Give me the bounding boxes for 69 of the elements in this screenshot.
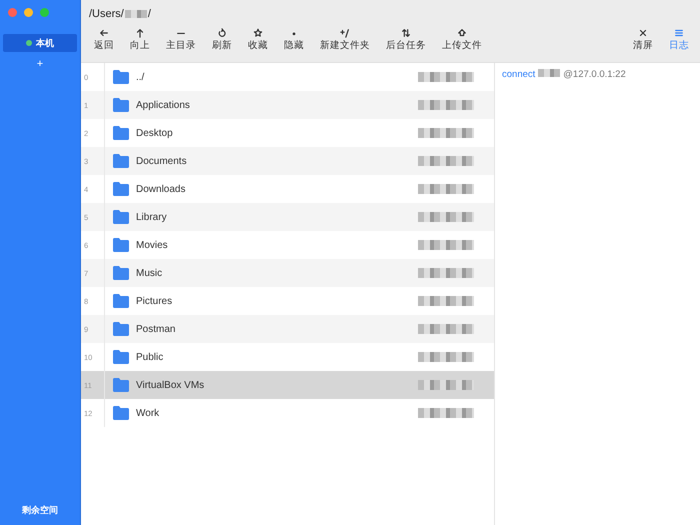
file-name: Downloads <box>136 184 186 194</box>
free-space-label: 剩余空间 <box>22 504 58 517</box>
back-icon <box>99 28 109 38</box>
folder-icon <box>113 378 129 392</box>
close-light-icon[interactable] <box>8 8 17 17</box>
redaction-block <box>418 156 474 166</box>
file-name: Movies <box>136 240 169 250</box>
toolbar-button[interactable]: 刷新 <box>205 28 239 52</box>
folder-icon <box>113 210 129 224</box>
toolbar-button[interactable]: 返回 <box>87 28 121 52</box>
path-text: / <box>148 8 151 20</box>
folder-icon <box>113 266 129 280</box>
redaction-block <box>538 69 560 77</box>
toolbar-button[interactable]: 清屏 <box>626 28 660 52</box>
toolbar-button[interactable]: 收藏 <box>241 28 275 52</box>
redaction-block <box>124 10 147 18</box>
folder-icon <box>113 406 129 420</box>
file-name: Library <box>136 212 168 222</box>
file-name: Applications <box>136 100 191 110</box>
redaction-block <box>418 324 474 334</box>
file-name: Music <box>136 268 164 278</box>
folder-icon <box>113 126 129 140</box>
redaction-block <box>418 352 474 362</box>
folder-icon <box>113 350 129 364</box>
file-name: Documents <box>136 156 188 166</box>
add-host-button[interactable]: + <box>32 58 48 70</box>
folder-icon <box>113 70 129 84</box>
folder-icon <box>113 154 129 168</box>
redaction-block <box>418 128 474 138</box>
toolbar-button[interactable]: 隐藏 <box>277 28 311 52</box>
toolbar-button[interactable]: 主目录 <box>159 28 203 52</box>
minimize-light-icon[interactable] <box>24 8 33 17</box>
redaction-block <box>418 212 474 222</box>
toolbar-button[interactable]: 新建文件夹 <box>313 28 377 52</box>
up-icon <box>135 28 145 38</box>
file-name: Postman <box>136 324 176 334</box>
zoom-light-icon[interactable] <box>40 8 49 17</box>
redaction-block <box>418 380 474 390</box>
file-name: Pictures <box>136 296 174 306</box>
redaction-block <box>418 240 474 250</box>
star-icon <box>253 28 263 38</box>
toolbar-button[interactable]: 向上 <box>123 28 157 52</box>
redaction-block <box>418 408 474 418</box>
folder-icon <box>113 98 129 112</box>
file-name: Work <box>136 408 160 418</box>
file-name: Public <box>136 352 164 362</box>
redaction-block <box>418 100 474 110</box>
log-command: connect <box>502 69 536 80</box>
redaction-block <box>418 72 474 82</box>
folder-icon <box>113 238 129 252</box>
folder-icon <box>113 322 129 336</box>
close-icon <box>638 28 648 38</box>
file-name: VirtualBox VMs <box>136 380 206 390</box>
upload-icon <box>457 28 467 38</box>
updown-icon <box>401 28 411 38</box>
log-target: @127.0.0.1:22 <box>563 69 626 80</box>
host-item[interactable]: 本机 <box>3 34 77 52</box>
redaction-block <box>418 184 474 194</box>
list-icon <box>674 28 684 38</box>
folder-icon <box>113 294 129 308</box>
toolbar-button[interactable]: 上传文件 <box>435 28 489 52</box>
file-name: Desktop <box>136 128 174 138</box>
folder-icon <box>113 182 129 196</box>
toolbar-button[interactable]: 后台任务 <box>379 28 433 52</box>
refresh-icon <box>217 28 227 38</box>
file-name: ../ <box>136 72 146 82</box>
path-text: /Users/ <box>89 8 124 20</box>
redaction-block <box>418 268 474 278</box>
redaction-block <box>418 296 474 306</box>
